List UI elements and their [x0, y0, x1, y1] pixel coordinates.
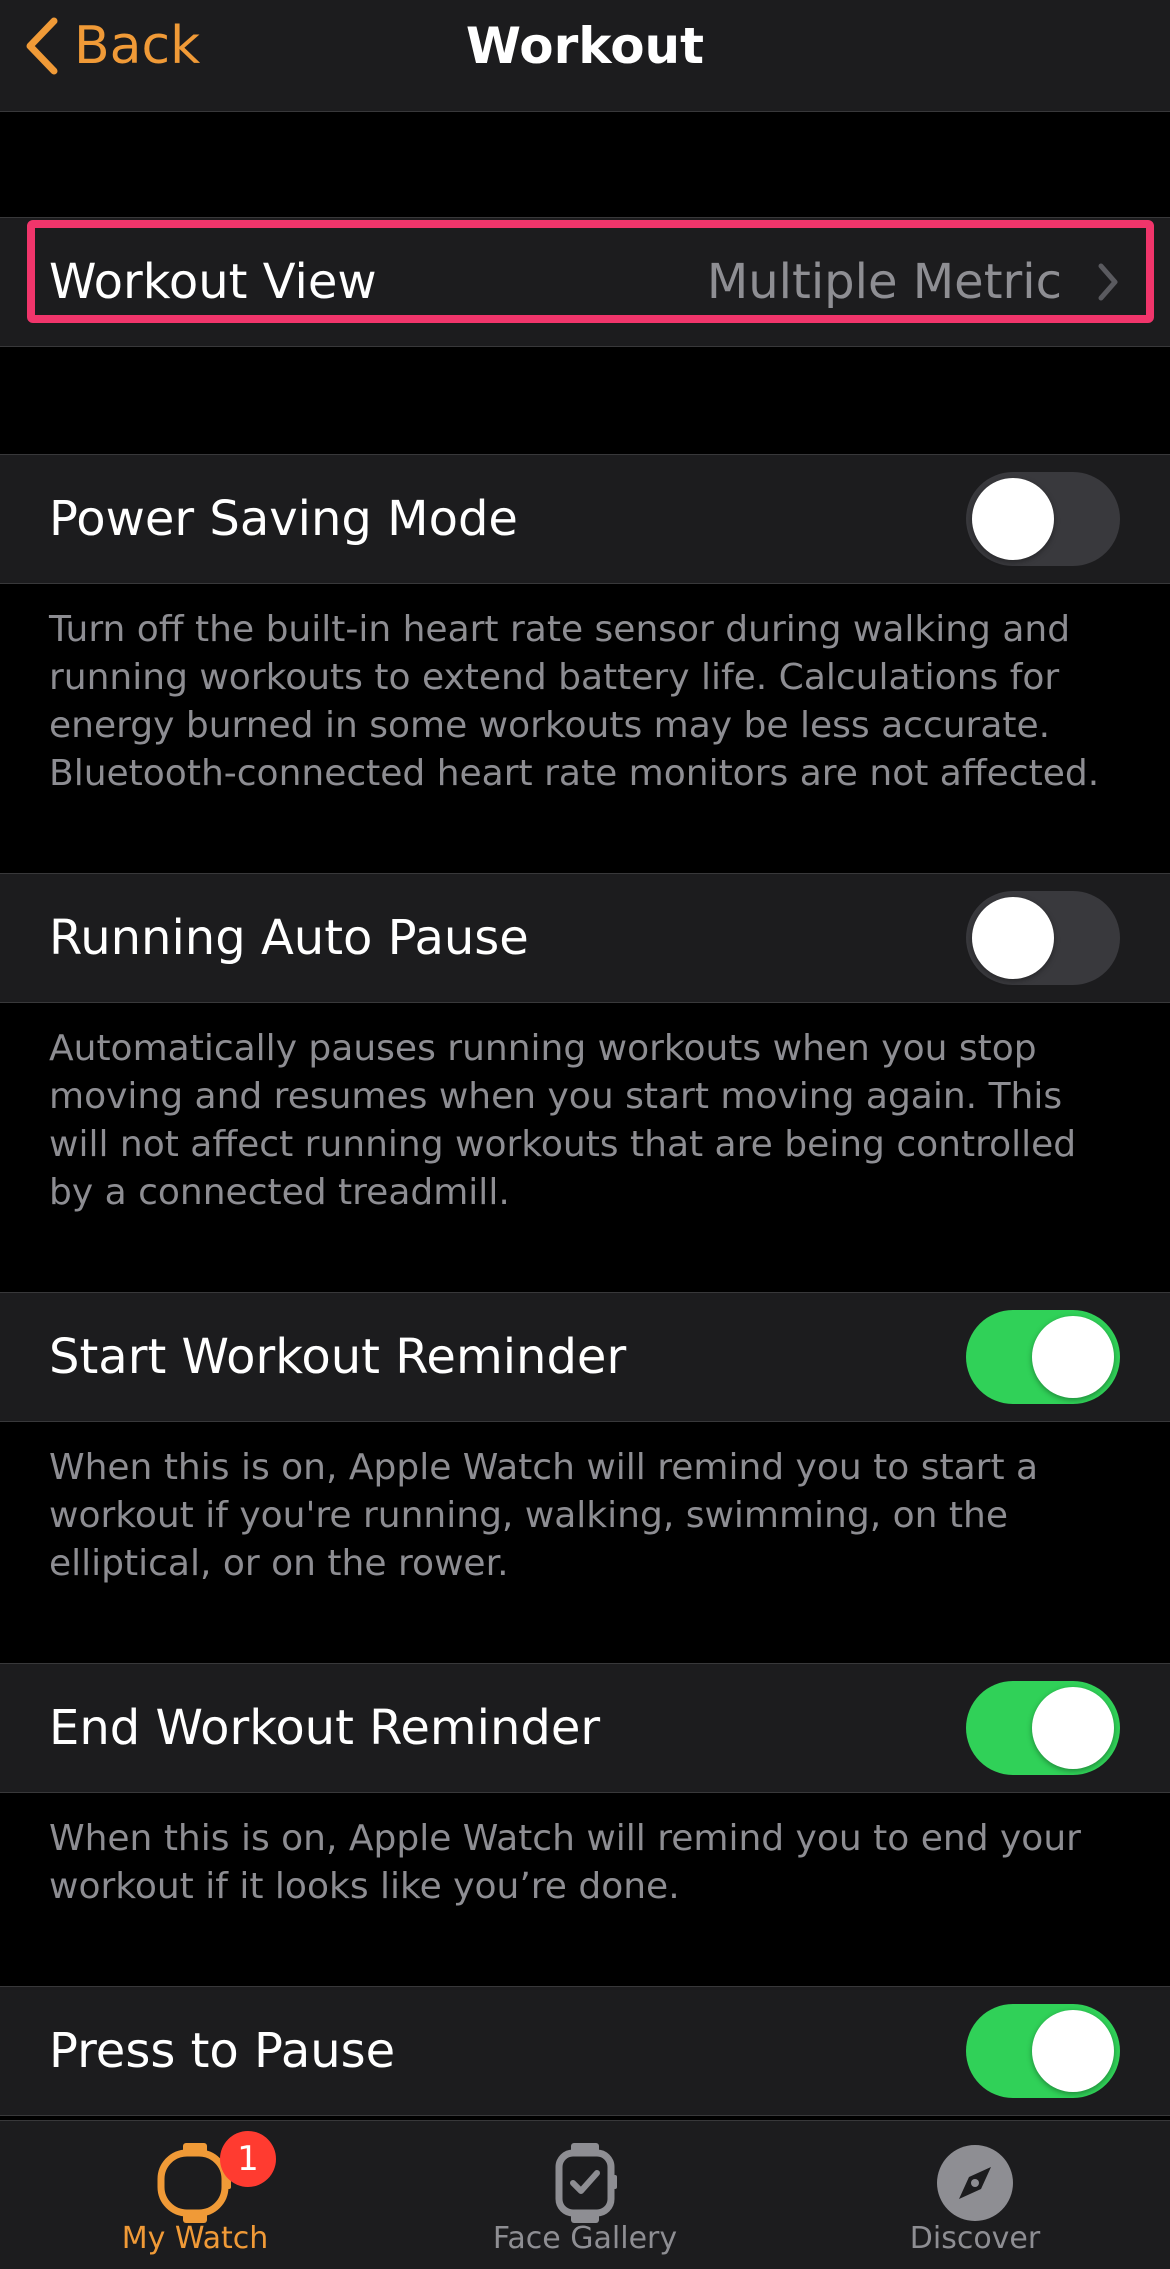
- workout-view-label: Workout View: [49, 254, 377, 310]
- tab-label-discover: Discover: [909, 2221, 1041, 2256]
- toggle-knob: [1032, 1316, 1114, 1398]
- power-saving-mode-toggle[interactable]: [966, 472, 1120, 566]
- toggle-knob: [1032, 1687, 1114, 1769]
- end-workout-reminder-footer: When this is on, Apple Watch will remind…: [49, 1818, 1081, 1907]
- end-workout-reminder-toggle[interactable]: [966, 1681, 1120, 1775]
- running-auto-pause-row: Running Auto Pause: [0, 873, 1170, 1003]
- chevron-right-icon: [1098, 263, 1118, 301]
- toggle-knob: [972, 897, 1054, 979]
- face-gallery-icon: [555, 2143, 617, 2223]
- power-saving-mode-row: Power Saving Mode: [0, 454, 1170, 584]
- compass-icon: [937, 2145, 1013, 2221]
- tab-label-face-gallery: Face Gallery: [492, 2221, 678, 2256]
- toggle-knob: [1032, 2010, 1114, 2092]
- tab-my-watch[interactable]: 1 My Watch: [0, 2121, 390, 2269]
- start-workout-reminder-footer: When this is on, Apple Watch will remind…: [49, 1447, 1039, 1584]
- running-auto-pause-footer: Automatically pauses running workouts wh…: [49, 1028, 1077, 1213]
- running-auto-pause-label: Running Auto Pause: [49, 910, 529, 966]
- start-workout-reminder-row: Start Workout Reminder: [0, 1292, 1170, 1422]
- tab-face-gallery[interactable]: Face Gallery: [390, 2121, 780, 2269]
- end-workout-reminder-row: End Workout Reminder: [0, 1663, 1170, 1793]
- power-saving-mode-label: Power Saving Mode: [49, 491, 518, 547]
- tab-label-my-watch: My Watch: [121, 2221, 269, 2256]
- navigation-bar: Back Workout: [0, 0, 1170, 112]
- press-to-pause-toggle[interactable]: [966, 2004, 1120, 2098]
- notification-badge: 1: [220, 2131, 276, 2187]
- workout-view-row[interactable]: Workout View Multiple Metric: [0, 217, 1170, 347]
- start-workout-reminder-label: Start Workout Reminder: [49, 1329, 627, 1385]
- tab-discover[interactable]: Discover: [780, 2121, 1170, 2269]
- press-to-pause-row: Press to Pause: [0, 1986, 1170, 2116]
- tab-bar: 1 My Watch Face Gallery Discover: [0, 2120, 1170, 2269]
- page-title: Workout: [465, 17, 705, 75]
- power-saving-mode-footer: Turn off the built-in heart rate sensor …: [49, 609, 1100, 794]
- running-auto-pause-toggle[interactable]: [966, 891, 1120, 985]
- press-to-pause-label: Press to Pause: [49, 2023, 396, 2079]
- end-workout-reminder-label: End Workout Reminder: [49, 1700, 601, 1756]
- workout-view-value: Multiple Metric: [706, 254, 1062, 310]
- start-workout-reminder-toggle[interactable]: [966, 1310, 1120, 1404]
- toggle-knob: [972, 478, 1054, 560]
